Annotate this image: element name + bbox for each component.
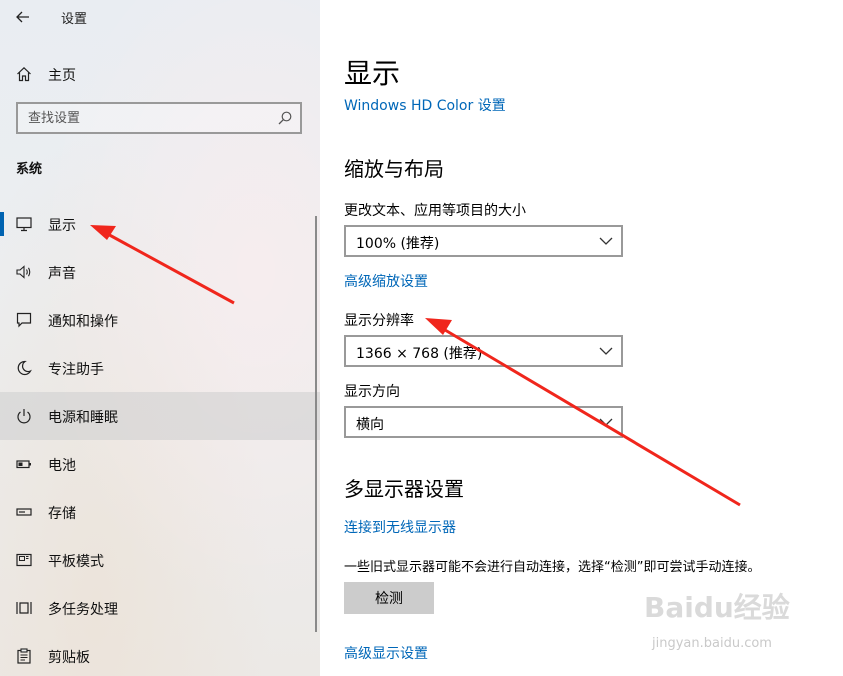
resolution-value: 1366 × 768 (推荐) [356, 346, 483, 362]
sidebar-item-multitasking[interactable]: 多任务处理 [0, 584, 320, 632]
search-box [16, 102, 302, 134]
page-title: 显示 [344, 57, 401, 90]
advanced-scaling-link[interactable]: 高级缩放设置 [344, 271, 428, 291]
chevron-down-icon [599, 418, 613, 426]
orientation-dropdown[interactable]: 横向 [344, 406, 623, 438]
scale-dropdown[interactable]: 100% (推荐) [344, 225, 623, 257]
tablet-icon [16, 553, 32, 567]
baidu-watermark: Baidu经验 jingyan.baidu.com [644, 586, 836, 672]
home-nav-item[interactable]: 主页 [0, 58, 320, 90]
back-arrow-icon [16, 11, 29, 23]
search-input[interactable] [18, 104, 278, 132]
detect-button[interactable]: 检测 [344, 582, 434, 614]
sidebar-scrollbar[interactable] [315, 216, 317, 632]
wireless-display-link[interactable]: 连接到无线显示器 [344, 517, 456, 537]
chevron-down-icon [599, 347, 613, 355]
home-label: 主页 [48, 68, 76, 84]
battery-icon [16, 460, 31, 469]
message-icon [16, 312, 32, 328]
display-settings-page: 显示 Windows HD Color 设置 缩放与布局 更改文本、应用等项目的… [320, 0, 843, 676]
multi-display-info: 一些旧式显示器可能不会进行自动连接，选择“检测”即可尝试手动连接。 [344, 560, 761, 575]
orientation-label: 显示方向 [344, 384, 400, 400]
sidebar-item-label: 平板模式 [48, 554, 104, 570]
scale-layout-heading: 缩放与布局 [344, 157, 444, 181]
sidebar-item-label: 专注助手 [48, 362, 104, 378]
speaker-icon [16, 265, 31, 279]
sidebar-item-display[interactable]: 显示 [0, 200, 320, 248]
advanced-display-link[interactable]: 高级显示设置 [344, 643, 428, 663]
resolution-label: 显示分辨率 [344, 313, 414, 329]
sidebar-item-label: 显示 [48, 218, 76, 234]
sidebar-item-label: 剪贴板 [48, 650, 90, 666]
sidebar-item-label: 电源和睡眠 [48, 410, 118, 426]
home-icon [17, 66, 31, 82]
hd-color-settings-link[interactable]: Windows HD Color 设置 [344, 95, 506, 115]
settings-window: 设置 主页 系统 显示 [0, 0, 843, 676]
sidebar-item-clipboard[interactable]: 剪贴板 [0, 632, 320, 676]
back-button[interactable] [10, 4, 36, 30]
scale-value: 100% (推荐) [356, 236, 440, 252]
multitask-icon [16, 602, 32, 614]
selected-indicator [0, 212, 4, 236]
search-icon[interactable] [278, 111, 292, 125]
watermark-url: jingyan.baidu.com [652, 636, 772, 651]
power-icon [17, 409, 31, 424]
section-heading: 系统 [16, 162, 43, 177]
multi-display-heading: 多显示器设置 [344, 477, 464, 501]
app-title: 设置 [61, 12, 88, 27]
sidebar-item-storage[interactable]: 存储 [0, 488, 320, 536]
watermark-text: Baidu经验 [644, 591, 790, 624]
chevron-down-icon [599, 237, 613, 245]
nav-list: 显示 声音 通知和操作 专注助手 电源和睡眠 电池 存储 平板模式 多任务处理 … [0, 200, 320, 676]
sidebar-item-focus-assist[interactable]: 专注助手 [0, 344, 320, 392]
sidebar-item-notifications[interactable]: 通知和操作 [0, 296, 320, 344]
scale-label: 更改文本、应用等项目的大小 [344, 203, 526, 219]
orientation-value: 横向 [356, 417, 384, 433]
sidebar-item-battery[interactable]: 电池 [0, 440, 320, 488]
sidebar-item-tablet-mode[interactable]: 平板模式 [0, 536, 320, 584]
sidebar-item-power-sleep[interactable]: 电源和睡眠 [0, 392, 320, 440]
sidebar-item-label: 存储 [48, 506, 76, 522]
storage-icon [16, 508, 32, 516]
sidebar-item-label: 多任务处理 [48, 602, 118, 618]
sidebar-item-sound[interactable]: 声音 [0, 248, 320, 296]
clipboard-icon [17, 648, 31, 664]
monitor-icon [16, 217, 32, 232]
title-bar: 设置 [0, 0, 320, 34]
moon-icon [17, 360, 32, 376]
sidebar-item-label: 通知和操作 [48, 314, 118, 330]
sidebar: 设置 主页 系统 显示 [0, 0, 320, 676]
sidebar-item-label: 声音 [48, 266, 76, 282]
sidebar-item-label: 电池 [48, 458, 76, 474]
resolution-dropdown[interactable]: 1366 × 768 (推荐) [344, 335, 623, 367]
